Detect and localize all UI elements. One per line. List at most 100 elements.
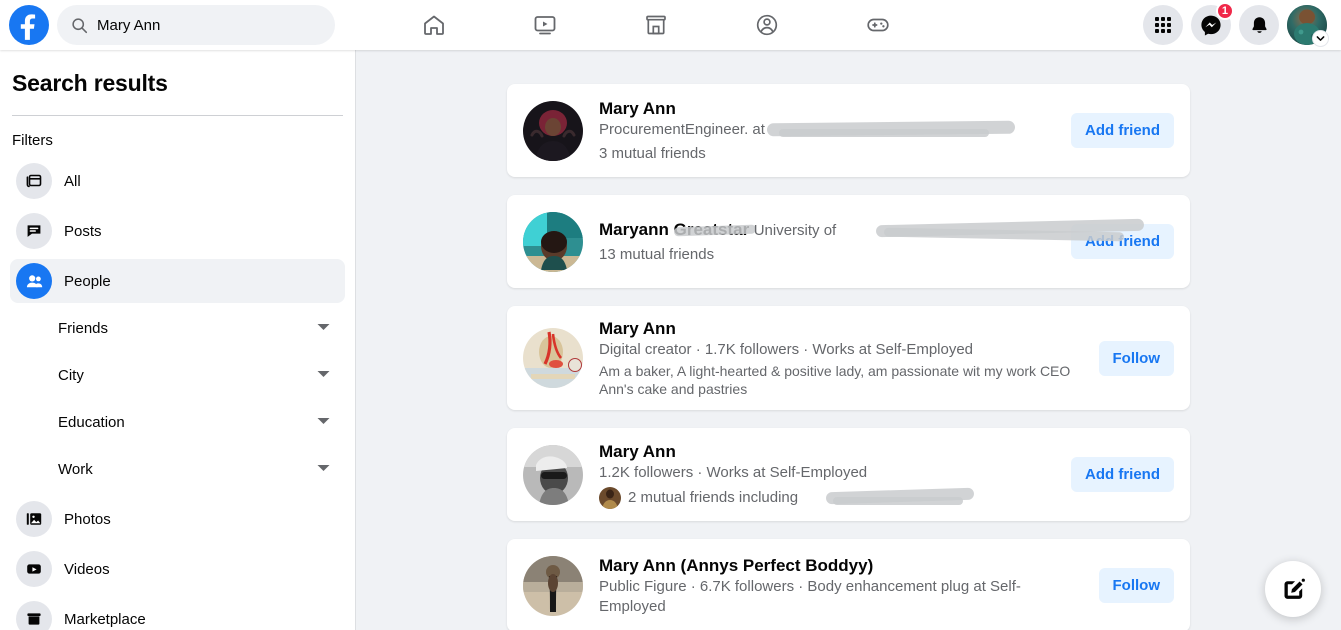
avatar[interactable]: [523, 555, 583, 616]
result-name[interactable]: Mary Ann (Annys Perfect Boddyy): [599, 555, 1083, 576]
notifications-button[interactable]: [1239, 5, 1279, 45]
result-name[interactable]: Mary Ann: [599, 318, 1083, 339]
videos-icon: [16, 551, 52, 587]
result-meta: ProcurementEngineer. at: [599, 120, 1016, 140]
nav-watch[interactable]: [489, 1, 600, 49]
chevron-down-icon: [1312, 30, 1329, 47]
mutual-friend-avatar: [599, 486, 621, 509]
table-row[interactable]: Maryann Greatstar University of 13 mutua…: [507, 195, 1190, 288]
nav-home[interactable]: [378, 1, 489, 49]
redaction-overlay: [766, 120, 1016, 136]
menu-button[interactable]: [1143, 5, 1183, 45]
sidebar-item-marketplace[interactable]: Marketplace: [10, 597, 345, 630]
search-input-value: Mary Ann: [97, 16, 161, 34]
messenger-badge: 1: [1215, 2, 1234, 20]
result-meta-text: University of: [753, 221, 837, 239]
table-row[interactable]: Mary Ann 1.2K followers · Works at Self-…: [507, 428, 1190, 521]
filters-label: Filters: [12, 132, 53, 149]
page-title: Search results: [12, 70, 168, 96]
posts-icon: [16, 213, 52, 249]
video-icon: [534, 16, 555, 35]
result-meta: Digital creator · 1.7K followers · Works…: [599, 341, 974, 358]
avatar[interactable]: [523, 100, 583, 161]
add-friend-button[interactable]: Add friend: [1071, 224, 1174, 259]
people-icon: [16, 263, 52, 299]
result-mutual-friends: 2 mutual friends including: [599, 486, 1055, 509]
sidebar-subfilter-label: Friends: [58, 319, 109, 337]
result-mutual-text: 2 mutual friends including: [628, 488, 799, 506]
sidebar-item-posts[interactable]: Posts: [10, 209, 345, 253]
result-mutual-friends: 3 mutual friends: [599, 144, 1055, 164]
search-icon: [72, 17, 88, 33]
sidebar-item-photos[interactable]: Photos: [10, 497, 345, 541]
result-info: Mary Ann (Annys Perfect Boddyy) Public F…: [599, 555, 1083, 617]
sidebar-subfilter-friends[interactable]: Friends: [10, 306, 345, 350]
bell-icon: [1251, 16, 1267, 33]
verified-badge-icon: [568, 358, 582, 372]
all-results-icon: [16, 163, 52, 199]
photos-icon: [16, 501, 52, 537]
result-info: Mary Ann 1.2K followers · Works at Self-…: [599, 441, 1055, 509]
chevron-down-icon: [316, 366, 331, 384]
home-icon: [423, 15, 444, 35]
marketplace-icon: [645, 15, 666, 35]
account-button[interactable]: [1287, 5, 1329, 47]
messenger-button[interactable]: 1: [1191, 2, 1234, 45]
result-meta: Public Figure · 6.7K followers · Body en…: [599, 577, 1021, 615]
result-meta-text: ProcurementEngineer. at: [599, 120, 765, 138]
results-list: Mary Ann ProcurementEngineer. at 3 mutua…: [507, 84, 1190, 630]
sidebar-subfilter-work[interactable]: Work: [10, 447, 345, 491]
facebook-logo[interactable]: [9, 5, 49, 45]
table-row[interactable]: Mary Ann ProcurementEngineer. at 3 mutua…: [507, 84, 1190, 177]
sidebar-item-label: Marketplace: [64, 610, 146, 628]
redaction-overlay: [833, 496, 963, 505]
topbar-right-section: 1: [1143, 2, 1341, 47]
grid-menu-icon: [1155, 17, 1171, 33]
sidebar-subfilter-label: City: [58, 366, 84, 384]
compose-pencil-icon: [1284, 578, 1305, 599]
result-mutual-text: 3 mutual friends: [599, 144, 706, 162]
follow-button[interactable]: Follow: [1098, 568, 1174, 603]
nav-groups[interactable]: [711, 1, 822, 49]
marketplace-icon: [16, 601, 52, 630]
avatar[interactable]: [523, 444, 583, 505]
sidebar-item-label: Photos: [64, 510, 111, 528]
search-input[interactable]: Mary Ann: [57, 5, 335, 45]
table-row[interactable]: Mary Ann Digital creator · 1.7K follower…: [507, 306, 1190, 410]
groups-icon: [756, 14, 777, 36]
gaming-icon: [866, 18, 889, 32]
avatar[interactable]: [523, 211, 583, 272]
sidebar-item-label: Videos: [64, 560, 110, 578]
add-friend-button[interactable]: Add friend: [1071, 457, 1174, 492]
nav-marketplace[interactable]: [600, 1, 711, 49]
chevron-down-icon: [316, 460, 331, 478]
compose-message-button[interactable]: [1265, 561, 1321, 617]
search-results-panel: Mary Ann ProcurementEngineer. at 3 mutua…: [356, 50, 1341, 630]
sidebar-subfilter-education[interactable]: Education: [10, 400, 345, 444]
sidebar-subfilter-label: Education: [58, 413, 125, 431]
nav-gaming[interactable]: [822, 1, 933, 49]
facebook-search-page: Mary Ann 1 Search results Filters All Po…: [0, 0, 1341, 630]
sidebar-subfilter-city[interactable]: City: [10, 353, 345, 397]
search-filters-sidebar: Search results Filters All Posts People …: [0, 50, 356, 630]
table-row[interactable]: Mary Ann (Annys Perfect Boddyy) Public F…: [507, 539, 1190, 630]
avatar[interactable]: [523, 328, 583, 388]
redaction-overlay: [825, 487, 975, 504]
sidebar-item-all[interactable]: All: [10, 159, 345, 203]
result-name[interactable]: Mary Ann: [599, 441, 1055, 462]
result-info: Mary Ann ProcurementEngineer. at 3 mutua…: [599, 98, 1055, 164]
add-friend-button[interactable]: Add friend: [1071, 113, 1174, 148]
result-info: Mary Ann Digital creator · 1.7K follower…: [599, 318, 1083, 398]
result-name[interactable]: Mary Ann: [599, 98, 1055, 119]
result-bio: Am a baker, A light-hearted & positive l…: [599, 363, 1071, 397]
mutual-text-wrap: 2 mutual friends including: [628, 487, 975, 508]
sidebar-item-label: All: [64, 172, 81, 190]
topbar-left-section: Mary Ann: [0, 5, 360, 45]
result-mutual-text: 13 mutual friends: [599, 245, 715, 263]
follow-button[interactable]: Follow: [1098, 340, 1174, 376]
result-name[interactable]: Maryann Greatstar: [599, 219, 757, 240]
sidebar-item-videos[interactable]: Videos: [10, 547, 345, 591]
sidebar-item-label: People: [64, 272, 111, 290]
sidebar-item-people[interactable]: People: [10, 259, 345, 303]
sidebar-item-label: Posts: [64, 222, 102, 240]
